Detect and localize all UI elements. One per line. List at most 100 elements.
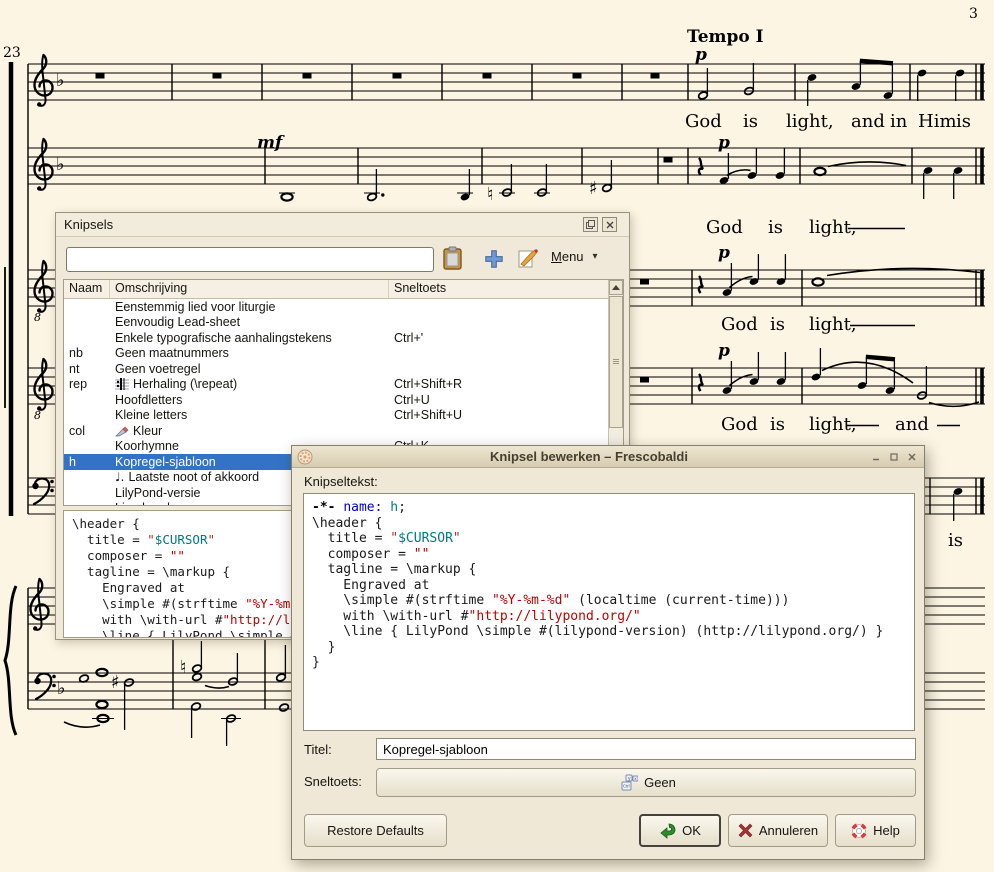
- close-button[interactable]: [904, 450, 919, 464]
- list-header[interactable]: Naam Omschrijving Sneltoets: [64, 280, 608, 299]
- edit-snippet-dialog: Knipsel bewerken – Frescobaldi Knipselte…: [291, 445, 925, 860]
- snippet-description: Hoofdletters: [110, 393, 389, 407]
- dialog-titlebar[interactable]: Knipsel bewerken – Frescobaldi: [292, 446, 924, 468]
- title-input[interactable]: [376, 738, 916, 760]
- snippet-name: col: [64, 424, 110, 438]
- cancel-label: Annuleren: [759, 823, 818, 838]
- dialog-title: Knipsel bewerken – Frescobaldi: [313, 449, 865, 464]
- lyric-word: is: [770, 314, 785, 335]
- help-label: Help: [873, 823, 900, 838]
- code-line: \header {: [312, 516, 906, 532]
- code-line: \simple #(strftime "%Y-%m-%d" (localtime…: [312, 593, 906, 609]
- lyric-word: God: [706, 217, 743, 238]
- scrollbar-thumb[interactable]: [609, 296, 623, 428]
- paste-snippet-button[interactable]: [439, 245, 466, 272]
- minimize-button[interactable]: [868, 450, 883, 464]
- snippet-shortcut: Ctrl+Shift+U: [389, 408, 608, 422]
- snippet-shortcut: Ctrl+Shift+R: [389, 377, 608, 391]
- snippet-row[interactable]: Kleine lettersCtrl+Shift+U: [64, 408, 608, 424]
- shortcut-button[interactable]: y x Ctrl Geen: [376, 768, 916, 797]
- dynamic-p: p: [718, 133, 730, 153]
- thumb-grip: [610, 358, 622, 365]
- piano-brace: [5, 586, 16, 735]
- lyrics-line-4: God is light, and: [721, 414, 960, 435]
- treble-clef: [31, 579, 49, 631]
- page-number: 3: [969, 6, 978, 22]
- lyric-word: God: [721, 414, 758, 435]
- snippets-panel-titlebar[interactable]: Knipsels: [56, 213, 629, 237]
- snippet-description: Herhaling (\repeat): [110, 377, 389, 391]
- treble-clef: [35, 55, 53, 107]
- lyrics-line-1: God is light, and in Him is: [685, 111, 971, 132]
- chevron-down-icon: ▾: [593, 251, 598, 262]
- natural-icon: ♮: [180, 657, 186, 678]
- bass-clef: [34, 674, 56, 699]
- cancel-button[interactable]: Annuleren: [728, 814, 828, 847]
- snippet-row[interactable]: nbGeen maatnummers: [64, 346, 608, 362]
- tempo-marking: Tempo I: [687, 27, 764, 47]
- snippet-row[interactable]: Eenstemmig lied voor liturgie: [64, 299, 608, 315]
- snippet-name: nb: [64, 346, 110, 360]
- lyric-word: is: [768, 217, 783, 238]
- clipboard-icon: [442, 246, 464, 271]
- add-snippet-button[interactable]: [480, 245, 507, 272]
- svg-text:Ctrl: Ctrl: [623, 784, 630, 789]
- edit-icon: [517, 248, 539, 270]
- float-panel-button[interactable]: [583, 217, 598, 232]
- dynamic-p: p: [718, 243, 730, 263]
- ok-button[interactable]: OK: [639, 814, 721, 847]
- lyric-word: light,: [809, 217, 857, 238]
- lyric-word: light,: [786, 111, 834, 132]
- natural-icon: ♮: [487, 184, 493, 205]
- edit-snippet-button[interactable]: [514, 245, 541, 272]
- dynamic-mf: mf: [257, 133, 285, 153]
- snippet-row[interactable]: Enkele typografische aanhalingstekensCtr…: [64, 330, 608, 346]
- measure-number: 23: [3, 45, 21, 61]
- snippet-description: Kleine letters: [110, 408, 389, 422]
- treble-clef-8: [35, 261, 53, 313]
- tenor1-notes: [722, 254, 980, 297]
- lyric-word: is: [743, 111, 758, 132]
- flat-icon: ♭: [56, 70, 65, 91]
- maximize-button[interactable]: [886, 450, 901, 464]
- shortcut-value: Geen: [644, 775, 676, 790]
- snippet-name: nt: [64, 362, 110, 376]
- column-omschrijving[interactable]: Omschrijving: [110, 280, 389, 298]
- lyric-word: is: [956, 111, 971, 132]
- code-line: with \with-url #"http://lilypond.org/": [312, 609, 906, 625]
- snippet-row[interactable]: ntGeen voetregel: [64, 361, 608, 377]
- code-line: }: [312, 640, 906, 656]
- close-panel-button[interactable]: [602, 217, 617, 232]
- code-line: title = "$CURSOR": [312, 531, 906, 547]
- snippet-text-editor[interactable]: -*- name: h;\header { title = "$CURSOR" …: [303, 493, 915, 731]
- maximize-icon: [890, 453, 898, 461]
- lyric-word: in: [890, 111, 908, 132]
- lyric-word: God: [685, 111, 722, 132]
- menu-label: Menu: [551, 249, 584, 264]
- snippet-search-input[interactable]: [66, 247, 434, 272]
- column-sneltoets[interactable]: Sneltoets: [389, 280, 608, 298]
- treble-clef-8: [35, 359, 53, 411]
- snippet-row[interactable]: Eenvoudig Lead-sheet: [64, 315, 608, 331]
- snippet-shortcut: Ctrl+U: [389, 393, 608, 407]
- snippet-row[interactable]: repHerhaling (\repeat)Ctrl+Shift+R: [64, 377, 608, 393]
- snippet-description: Eenstemmig lied voor liturgie: [110, 300, 389, 314]
- column-naam[interactable]: Naam: [64, 280, 110, 298]
- scroll-up-button[interactable]: [609, 280, 623, 295]
- menu-button[interactable]: Menu ▾: [551, 249, 598, 264]
- snippet-row[interactable]: HoofdlettersCtrl+U: [64, 392, 608, 408]
- color-icon: [115, 425, 129, 437]
- close-icon: [606, 221, 614, 229]
- code-line: composer = "": [312, 547, 906, 563]
- lyrics-line-3: God is light,: [721, 314, 915, 335]
- dynamic-p: p: [695, 45, 707, 65]
- restore-defaults-label: Restore Defaults: [327, 823, 424, 838]
- ok-label: OK: [682, 823, 701, 838]
- restore-defaults-button[interactable]: Restore Defaults: [304, 814, 447, 847]
- help-lifebuoy-icon: [851, 823, 867, 839]
- snippet-name: h: [64, 455, 110, 469]
- help-button[interactable]: Help: [835, 814, 916, 847]
- sharp-icon: ♯: [111, 672, 120, 693]
- piano-notes: ♯ ♮: [64, 641, 289, 746]
- snippet-row[interactable]: colKleur: [64, 423, 608, 439]
